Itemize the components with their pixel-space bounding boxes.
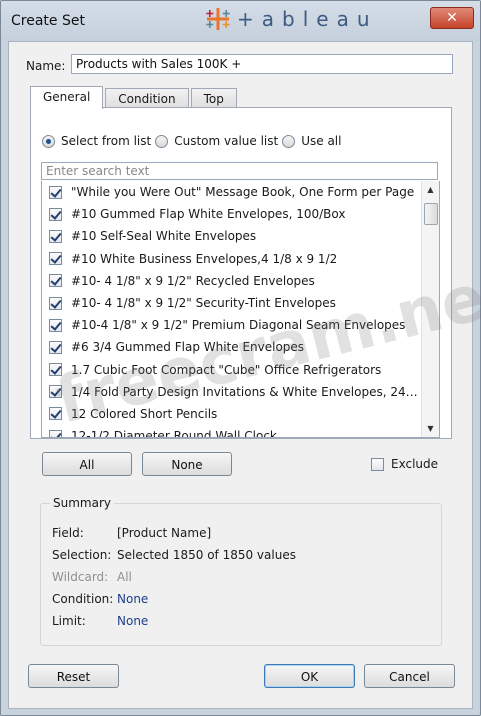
item-checkbox[interactable] xyxy=(49,185,62,199)
custom-value-list-label: Custom value list xyxy=(174,134,279,148)
limit-link[interactable]: None xyxy=(117,614,148,628)
tab-condition[interactable]: Condition xyxy=(105,88,189,109)
general-tab-panel: Select from list Custom value list Use a… xyxy=(30,107,452,439)
exclude-checkbox[interactable] xyxy=(371,457,384,471)
item-checkbox[interactable] xyxy=(49,385,62,399)
tableau-cross-icon xyxy=(206,8,230,30)
summary-key: Selection: xyxy=(52,548,112,562)
list-item[interactable]: 12-1/2 Diameter Round Wall Clock xyxy=(42,425,421,438)
item-checkbox[interactable] xyxy=(49,340,62,354)
reset-button[interactable]: Reset xyxy=(28,664,119,688)
summary-row-wildcard: Wildcard: All xyxy=(52,570,132,584)
select-from-list-radio[interactable] xyxy=(42,134,55,148)
item-label: 1/4 Fold Party Design Invitations & Whit… xyxy=(71,384,421,399)
item-checkbox[interactable] xyxy=(49,296,62,310)
item-checkbox[interactable] xyxy=(49,318,62,332)
item-label: #10 White Business Envelopes,4 1/8 x 9 1… xyxy=(71,251,338,266)
summary-value: [Product Name] xyxy=(117,526,212,540)
use-all-radio[interactable] xyxy=(282,134,296,148)
item-checkbox[interactable] xyxy=(49,229,62,243)
list-item[interactable]: #10 Gummed Flap White Envelopes, 100/Box xyxy=(42,203,421,225)
condition-link[interactable]: None xyxy=(117,592,148,606)
tab-strip: General Condition Top xyxy=(30,86,239,109)
exclude-label: Exclude xyxy=(391,457,439,471)
summary-key: Wildcard: xyxy=(52,570,109,584)
summary-row-limit: Limit: None xyxy=(52,614,148,628)
summary-value: All xyxy=(117,570,132,584)
item-checkbox[interactable] xyxy=(49,363,62,377)
summary-row-selection: Selection: Selected 1850 of 1850 values xyxy=(52,548,296,562)
cancel-button[interactable]: Cancel xyxy=(364,664,455,688)
close-icon: ✕ xyxy=(446,10,458,26)
item-checkbox[interactable] xyxy=(49,207,62,221)
custom-value-list-radio[interactable] xyxy=(155,134,169,148)
item-label: #6 3/4 Gummed Flap White Envelopes xyxy=(71,340,305,355)
summary-key: Limit: xyxy=(52,614,86,628)
create-set-dialog: Create Set +ableau ✕ Name: General xyxy=(0,0,481,716)
list-item[interactable]: 12 Colored Short Pencils xyxy=(42,403,421,425)
summary-key: Field: xyxy=(52,526,84,540)
summary-row-field: Field: [Product Name] xyxy=(52,526,211,540)
tab-general[interactable]: General xyxy=(30,86,104,109)
use-all-label: Use all xyxy=(301,134,342,148)
custom-value-list-option[interactable]: Custom value list xyxy=(155,134,278,148)
set-name-input[interactable] xyxy=(71,54,453,74)
item-label: #10 Gummed Flap White Envelopes, 100/Box xyxy=(71,207,346,222)
search-input[interactable] xyxy=(41,162,438,180)
use-all-option[interactable]: Use all xyxy=(282,134,341,148)
value-list: "While you Were Out" Message Book, One F… xyxy=(41,181,440,438)
summary-row-condition: Condition: None xyxy=(52,592,148,606)
list-item[interactable]: #10 White Business Envelopes,4 1/8 x 9 1… xyxy=(42,248,421,270)
summary-value: Selected 1850 of 1850 values xyxy=(117,548,296,562)
list-item[interactable]: #6 3/4 Gummed Flap White Envelopes xyxy=(42,336,421,358)
selection-mode-radios: Select from list Custom value list Use a… xyxy=(42,134,345,148)
item-label: #10-4 1/8" x 9 1/2" Premium Diagonal Sea… xyxy=(71,318,406,333)
item-label: #10- 4 1/8" x 9 1/2" Security-Tint Envel… xyxy=(71,296,336,311)
list-item[interactable]: #10-4 1/8" x 9 1/2" Premium Diagonal Sea… xyxy=(42,314,421,336)
summary-group: Summary Field: [Product Name] Selection: S… xyxy=(40,496,442,646)
dialog-body: Name: General Condition Top Select from … xyxy=(8,41,481,709)
list-item[interactable]: #10- 4 1/8" x 9 1/2" Security-Tint Envel… xyxy=(42,292,421,314)
select-from-list-option[interactable]: Select from list xyxy=(42,134,151,148)
summary-title: Summary xyxy=(50,496,114,510)
title-bar[interactable]: Create Set +ableau ✕ xyxy=(1,1,480,41)
select-from-list-label: Select from list xyxy=(61,134,152,148)
item-label: 1.7 Cubic Foot Compact "Cube" Office Ref… xyxy=(71,362,382,377)
item-checkbox[interactable] xyxy=(49,407,62,421)
item-label: 12-1/2 Diameter Round Wall Clock xyxy=(71,429,277,438)
vertical-scrollbar[interactable]: ▲ ▼ xyxy=(421,181,439,437)
item-checkbox[interactable] xyxy=(49,252,62,266)
value-list-rows: "While you Were Out" Message Book, One F… xyxy=(42,181,421,438)
item-label: "While you Were Out" Message Book, One F… xyxy=(71,185,415,200)
item-checkbox[interactable] xyxy=(49,274,62,288)
dialog-title: Create Set xyxy=(11,13,85,29)
exclude-option[interactable]: Exclude xyxy=(371,457,438,471)
list-item[interactable]: #10 Self-Seal White Envelopes xyxy=(42,225,421,247)
select-none-button[interactable]: None xyxy=(142,452,232,476)
item-label: #10 Self-Seal White Envelopes xyxy=(71,229,257,244)
tab-top[interactable]: Top xyxy=(190,88,237,109)
list-item[interactable]: 1/4 Fold Party Design Invitations & Whit… xyxy=(42,381,421,403)
ok-button[interactable]: OK xyxy=(264,664,355,688)
item-checkbox[interactable] xyxy=(49,429,62,437)
list-item[interactable]: #10- 4 1/8" x 9 1/2" Recycled Envelopes xyxy=(42,270,421,292)
name-label: Name: xyxy=(26,59,66,73)
summary-key: Condition: xyxy=(52,592,114,606)
scroll-down-icon[interactable]: ▼ xyxy=(422,420,439,437)
tableau-wordmark: +ableau xyxy=(237,7,378,31)
close-button[interactable]: ✕ xyxy=(430,7,474,29)
scroll-up-icon[interactable]: ▲ xyxy=(422,181,439,198)
list-item[interactable]: "While you Were Out" Message Book, One F… xyxy=(42,181,421,203)
scrollbar-thumb[interactable] xyxy=(424,203,438,225)
item-label: 12 Colored Short Pencils xyxy=(71,406,218,421)
tableau-logo: +ableau xyxy=(203,4,378,34)
list-item[interactable]: 1.7 Cubic Foot Compact "Cube" Office Ref… xyxy=(42,359,421,381)
item-label: #10- 4 1/8" x 9 1/2" Recycled Envelopes xyxy=(71,273,315,288)
select-all-button[interactable]: All xyxy=(42,452,132,476)
